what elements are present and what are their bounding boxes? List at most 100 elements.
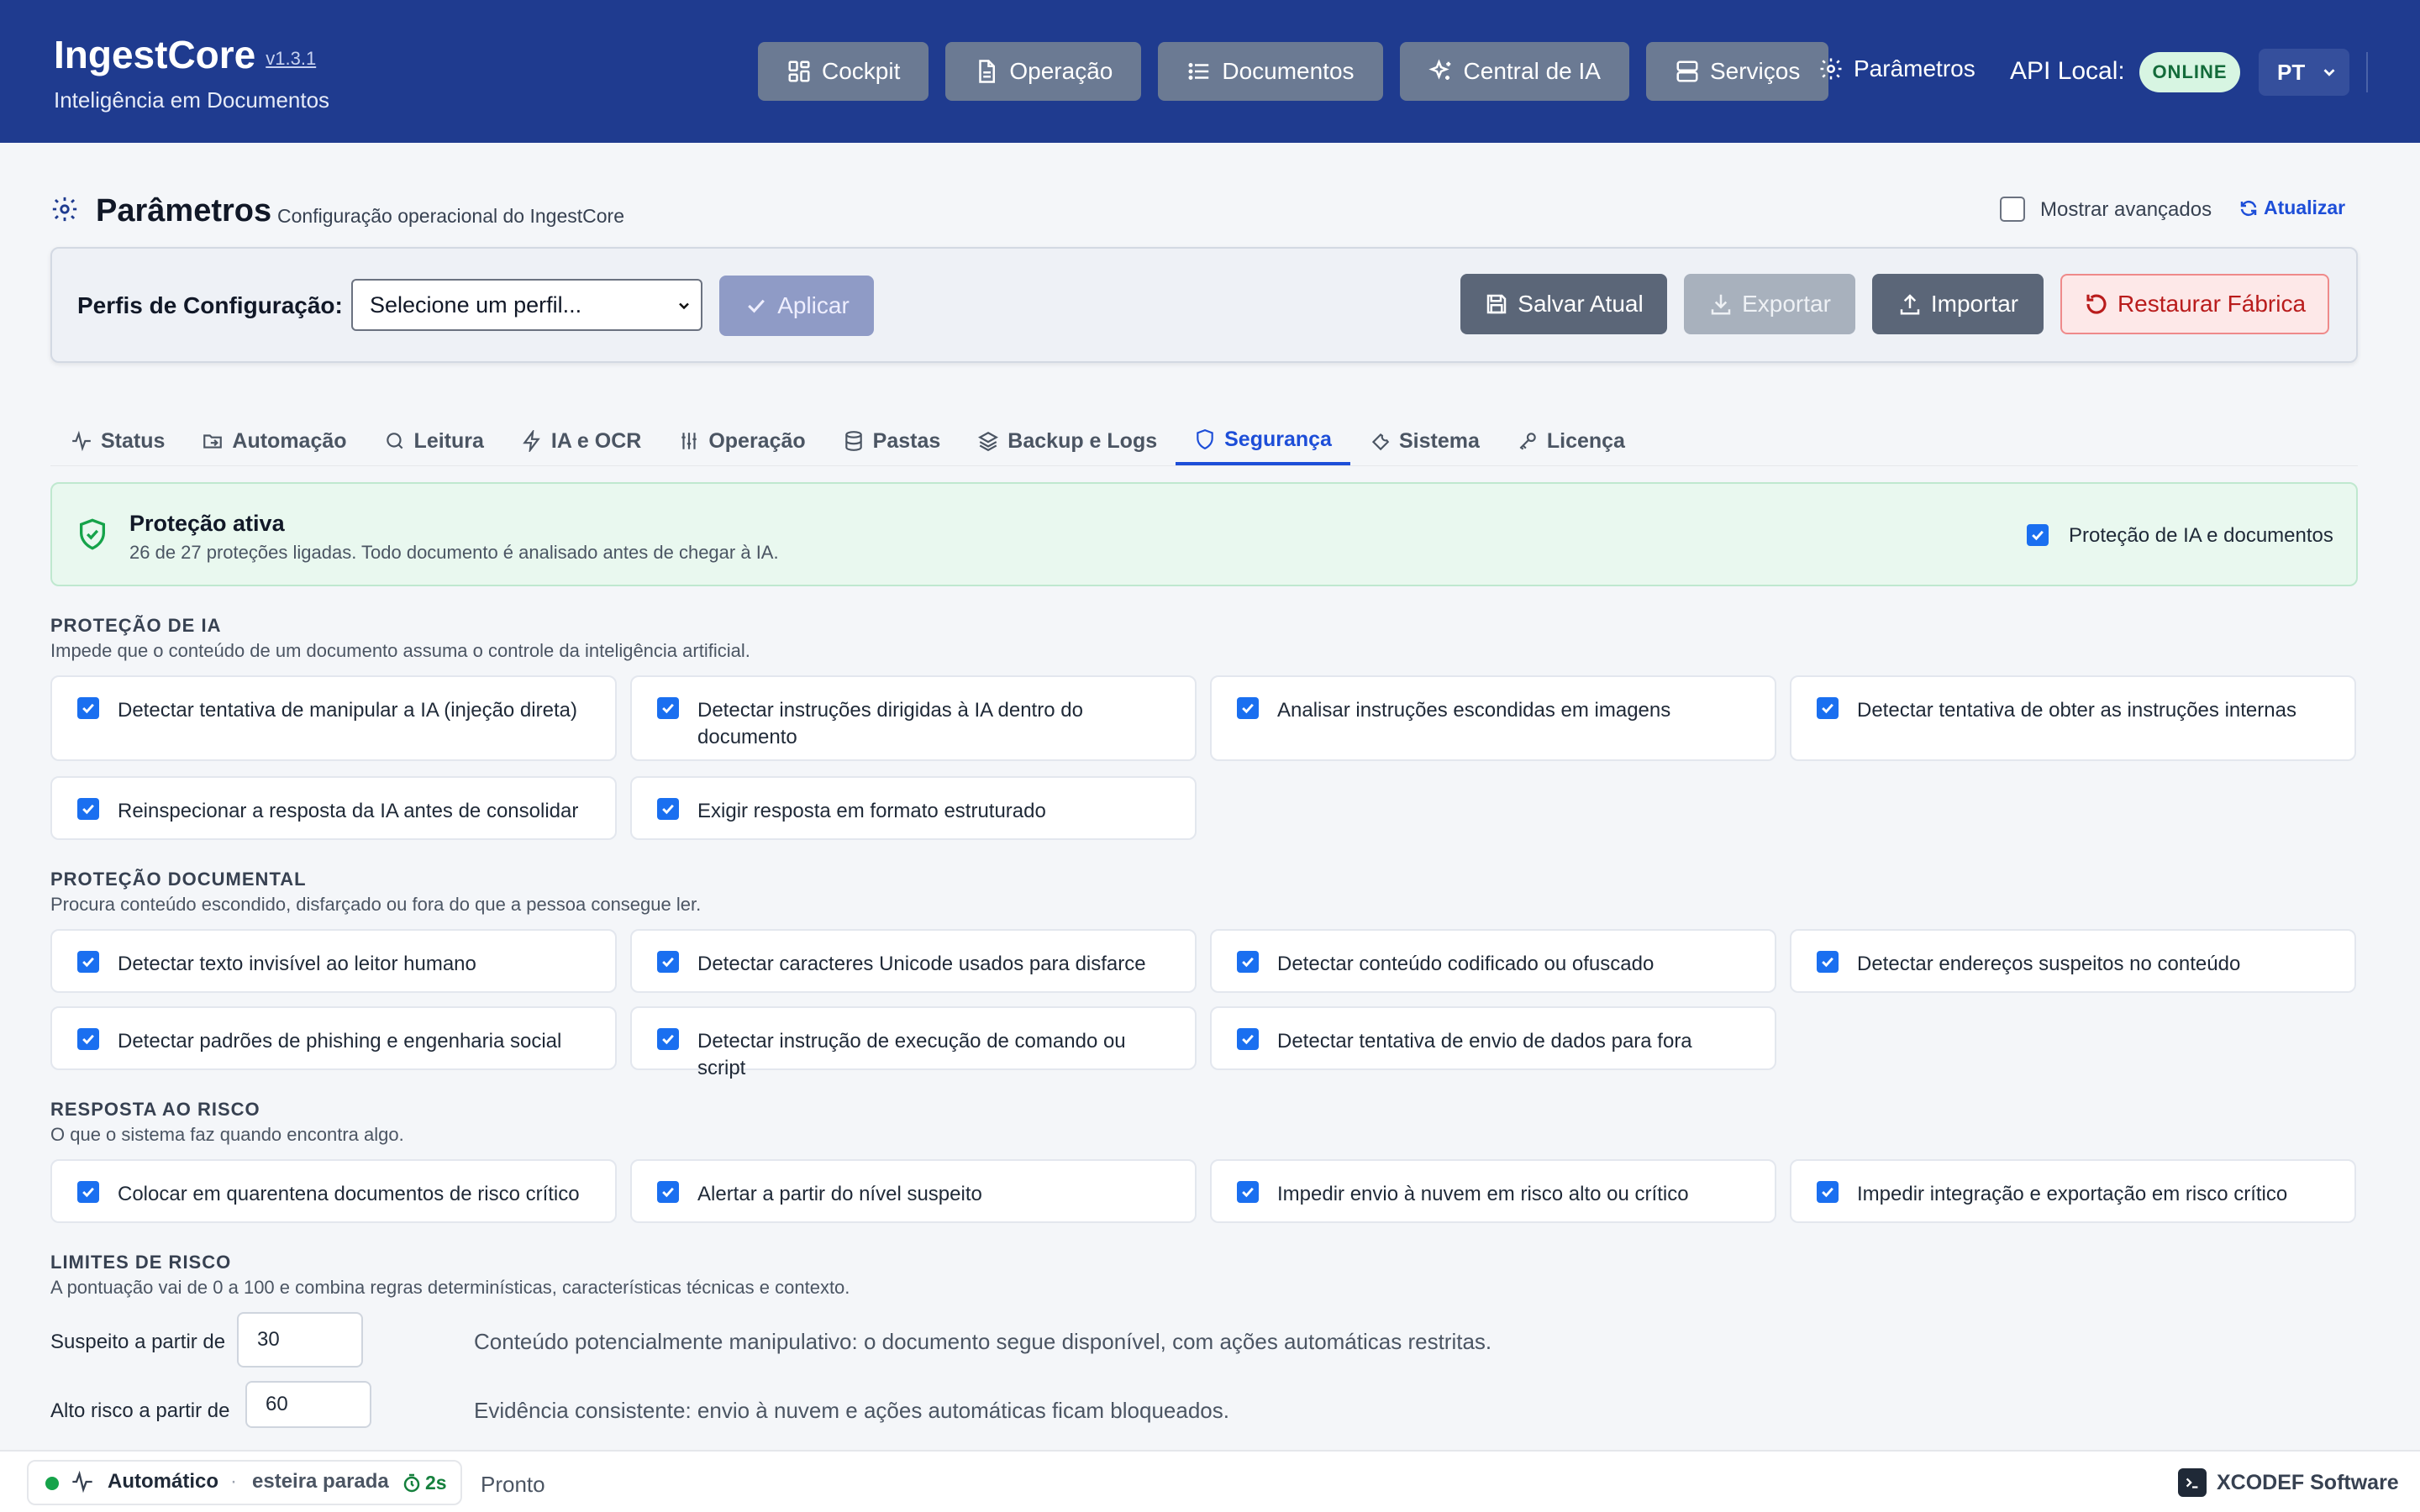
check-icon [82,1034,94,1045]
option-checkbox[interactable] [1237,951,1259,973]
wrench-icon [1371,433,1390,451]
profiles-label: Perfis de Configuração: [77,292,343,318]
check-icon [662,703,674,714]
option-checkbox[interactable] [77,798,99,820]
option-card[interactable]: Impedir envio à nuvem em risco alto ou c… [1210,1159,1776,1223]
option-checkbox[interactable] [77,951,99,973]
option-label: Detectar conteúdo codificado ou ofuscado [1277,953,1655,975]
option-card[interactable]: Impedir integração e exportação em risco… [1790,1159,2356,1223]
option-checkbox[interactable] [657,697,679,719]
shield-icon [1197,429,1213,450]
option-card[interactable]: Detectar tentativa de obter as instruçõe… [1790,675,2356,761]
section-desc-doc: Procura conteúdo escondido, disfarçado o… [50,894,702,915]
option-card[interactable]: Detectar texto invisível ao leitor human… [50,929,617,993]
nav-servicos-button[interactable]: Serviços [1645,42,1829,101]
check-icon [1242,957,1254,968]
option-label: Alertar a partir do nível suspeito [697,1183,982,1205]
option-card[interactable]: Exigir resposta em formato estruturado [630,776,1197,840]
option-card[interactable]: Reinspecionar a resposta da IA antes de … [50,776,617,840]
tab-operacao[interactable]: Operação [660,417,823,465]
option-checkbox[interactable] [1237,1181,1259,1203]
tab-label: Operação [708,428,806,453]
option-card[interactable]: Detectar conteúdo codificado ou ofuscado [1210,929,1776,993]
option-checkbox[interactable] [1237,697,1259,719]
option-label: Detectar caracteres Unicode usados para … [697,953,1146,975]
tab-licenca[interactable]: Licença [1498,417,1644,465]
vendor-name: XCODEF Software [2217,1470,2399,1494]
check-icon [1242,1034,1254,1045]
tab-label: Backup e Logs [1007,428,1158,453]
header-params-link[interactable]: Parâmetros [1818,55,1975,82]
option-label: Impedir envio à nuvem em risco alto ou c… [1277,1183,1689,1205]
upload-icon [1900,294,1920,315]
profile-select-value: Selecione um perfil... [370,291,582,318]
show-advanced-checkbox[interactable] [2000,197,2025,222]
brand-name: IngestCore [54,33,256,76]
option-checkbox[interactable] [657,1028,679,1050]
banner-subtitle: 26 de 27 proteções ligadas. Todo documen… [129,542,779,563]
option-card[interactable]: Detectar padrões de phishing e engenhari… [50,1006,617,1070]
check-icon [1242,703,1254,714]
refresh-label: Atualizar [2264,197,2346,218]
nav-operacao-button[interactable]: Operação [945,42,1142,101]
suspect-threshold-input[interactable]: 30 [237,1312,363,1368]
pulse-icon [72,1470,92,1494]
option-label: Impedir integração e exportação em risco… [1857,1183,2288,1205]
option-checkbox[interactable] [1817,1181,1839,1203]
option-checkbox[interactable] [77,1181,99,1203]
option-checkbox[interactable] [657,951,679,973]
sparkles-icon [1428,59,1450,80]
version-link[interactable]: v1.3.1 [266,48,316,70]
language-select[interactable]: PT [2259,49,2349,96]
option-label: Detectar endereços suspeitos no conteúdo [1857,953,2241,975]
high-threshold-input[interactable]: 60 [245,1381,371,1428]
refresh-button[interactable]: Atualizar [2238,197,2345,219]
search-icon [386,433,402,449]
document-icon [979,60,996,83]
option-card[interactable]: Detectar tentativa de envio de dados par… [1210,1006,1776,1070]
option-card[interactable]: Detectar caracteres Unicode usados para … [630,929,1197,993]
option-card[interactable]: Alertar a partir do nível suspeito [630,1159,1197,1223]
header-params-label: Parâmetros [1854,55,1975,81]
tab-sistema[interactable]: Sistema [1350,417,1498,465]
option-checkbox[interactable] [1817,951,1839,973]
option-card[interactable]: Detectar instruções dirigidas à IA dentr… [630,675,1197,761]
nav-documentos-button[interactable]: Documentos [1158,42,1383,101]
export-button[interactable]: Exportar [1684,274,1855,334]
check-icon [82,1187,94,1198]
nav-cockpit-button[interactable]: Cockpit [758,42,929,101]
tab-label: Pastas [872,428,941,453]
import-button[interactable]: Importar [1872,274,2044,334]
high-threshold-label: Alto risco a partir de [50,1399,230,1422]
tab-backup-logs[interactable]: Backup e Logs [959,417,1176,465]
option-checkbox[interactable] [77,697,99,719]
option-card[interactable]: Detectar tentativa de manipular a IA (in… [50,675,617,761]
tab-label: Status [101,428,166,453]
list-icon [1188,63,1209,80]
option-card[interactable]: Analisar instruções escondidas em imagen… [1210,675,1776,761]
option-checkbox[interactable] [657,1181,679,1203]
apply-button[interactable]: Aplicar [719,276,874,336]
option-card[interactable]: Colocar em quarentena documentos de risc… [50,1159,617,1223]
sliders-icon [681,433,697,449]
option-card[interactable]: Detectar instrução de execução de comand… [630,1006,1197,1079]
save-current-button[interactable]: Salvar Atual [1460,274,1667,334]
option-checkbox[interactable] [1817,697,1839,719]
option-checkbox[interactable] [657,798,679,820]
option-card[interactable]: Detectar endereços suspeitos no conteúdo [1790,929,2356,993]
tab-pastas[interactable]: Pastas [824,417,960,465]
tab-ia-ocr[interactable]: IA e OCR [502,417,660,465]
tab-label: Segurança [1224,427,1332,451]
protection-toggle-checkbox[interactable] [2027,524,2049,546]
tab-seguranca[interactable]: Segurança [1176,417,1350,465]
tabs-divider [50,465,2358,466]
restore-factory-button[interactable]: Restaurar Fábrica [2060,274,2329,334]
suspect-threshold-value: 30 [257,1328,280,1351]
tab-leitura[interactable]: Leitura [366,417,502,465]
tab-automacao[interactable]: Automação [183,417,365,465]
option-checkbox[interactable] [77,1028,99,1050]
option-checkbox[interactable] [1237,1028,1259,1050]
profile-select[interactable]: Selecione um perfil... [351,279,702,331]
tab-status[interactable]: Status [52,417,183,465]
nav-central-ia-button[interactable]: Central de IA [1399,42,1629,101]
